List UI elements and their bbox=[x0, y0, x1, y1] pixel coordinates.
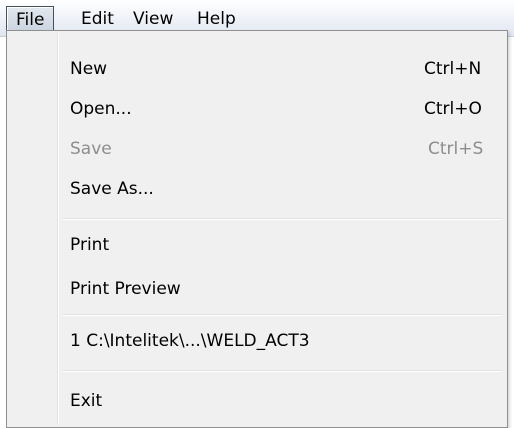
menu-item-shortcut: Ctrl+N bbox=[424, 59, 482, 79]
menu-item-open[interactable]: Open... Ctrl+O bbox=[10, 89, 504, 129]
menu-item-label: New bbox=[70, 59, 108, 79]
menu-item-recent-file[interactable]: 1 C:\Intelitek\...\WELD_ACT3 bbox=[10, 321, 504, 361]
menu-item-shortcut: Ctrl+O bbox=[424, 99, 482, 119]
menu-item-print[interactable]: Print bbox=[10, 225, 504, 265]
menu-item-label: 1 C:\Intelitek\...\WELD_ACT3 bbox=[70, 331, 310, 351]
menu-item-label: Open... bbox=[70, 99, 132, 119]
menu-separator bbox=[62, 314, 502, 316]
menu-item-label: Print Preview bbox=[70, 279, 181, 299]
menu-item-new[interactable]: New Ctrl+N bbox=[10, 49, 504, 89]
menu-item-label: Save bbox=[70, 139, 112, 159]
menu-item-label: Save As... bbox=[70, 179, 154, 199]
menu-separator bbox=[62, 218, 502, 220]
menu-view[interactable]: View bbox=[124, 7, 182, 31]
menu-item-exit[interactable]: Exit bbox=[10, 381, 504, 421]
menu-item-save-as[interactable]: Save As... bbox=[10, 169, 504, 209]
menu-help[interactable]: Help bbox=[188, 7, 245, 31]
menu-item-label: Exit bbox=[70, 391, 103, 411]
file-dropdown-menu: New Ctrl+N Open... Ctrl+O Save Ctrl+S Sa… bbox=[6, 30, 508, 428]
menu-item-print-preview[interactable]: Print Preview bbox=[10, 269, 504, 309]
menu-edit[interactable]: Edit bbox=[72, 7, 123, 31]
menu-item-save: Save Ctrl+S bbox=[10, 129, 504, 169]
menu-item-label: Print bbox=[70, 235, 110, 255]
menu-item-shortcut: Ctrl+S bbox=[428, 139, 484, 159]
menu-separator bbox=[62, 370, 502, 372]
